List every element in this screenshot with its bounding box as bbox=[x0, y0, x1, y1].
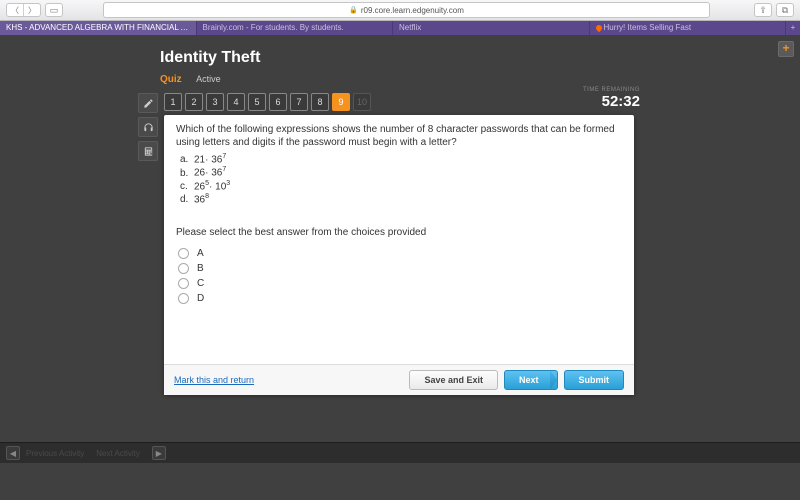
prev-activity-button[interactable]: ◀ bbox=[6, 446, 20, 460]
pencil-icon[interactable] bbox=[138, 93, 158, 113]
qnav-2[interactable]: 2 bbox=[185, 93, 203, 111]
new-tab-button[interactable]: + bbox=[786, 21, 800, 35]
expr-option-2: c.265· 103 bbox=[180, 180, 622, 192]
lock-icon: 🔒 bbox=[349, 6, 358, 14]
next-button[interactable]: Next bbox=[504, 370, 558, 390]
radio-icon[interactable] bbox=[178, 278, 189, 289]
expression-options: a.21· 367b.26· 367 c.265· 103d.368 bbox=[180, 153, 622, 205]
radio-icon[interactable] bbox=[178, 293, 189, 304]
choice-C[interactable]: C bbox=[178, 278, 622, 289]
url-bar[interactable]: 🔒 r09.core.learn.edgenuity.com bbox=[103, 2, 710, 18]
calculator-icon[interactable] bbox=[138, 141, 158, 161]
tab-2[interactable]: Netflix bbox=[393, 21, 590, 35]
question-text: Which of the following expressions shows… bbox=[176, 123, 622, 149]
question-nav: 12345678910 bbox=[164, 93, 371, 111]
headphones-icon[interactable] bbox=[138, 117, 158, 137]
nav-back-forward[interactable]: 〈 〉 bbox=[6, 3, 41, 17]
timer-value: 52:32 bbox=[583, 93, 640, 110]
add-widget-button[interactable]: + bbox=[778, 41, 794, 57]
radio-icon[interactable] bbox=[178, 248, 189, 259]
next-activity-button[interactable]: ▶ bbox=[152, 446, 166, 460]
qnav-5[interactable]: 5 bbox=[248, 93, 266, 111]
qnav-1[interactable]: 1 bbox=[164, 93, 182, 111]
expr-option-3: d.368 bbox=[180, 193, 622, 205]
tab-0[interactable]: KHS - ADVANCED ALGEBRA WITH FINANCIAL AP… bbox=[0, 21, 197, 35]
expr-option-1: b.26· 367 bbox=[180, 166, 622, 178]
choice-B[interactable]: B bbox=[178, 263, 622, 274]
radio-icon[interactable] bbox=[178, 263, 189, 274]
toolbox bbox=[138, 93, 158, 165]
qnav-9[interactable]: 9 bbox=[332, 93, 350, 111]
qnav-6[interactable]: 6 bbox=[269, 93, 287, 111]
prev-activity-label: Previous Activity bbox=[26, 449, 84, 458]
mark-return-link[interactable]: Mark this and return bbox=[174, 375, 254, 385]
tab-1[interactable]: Brainly.com - For students. By students. bbox=[197, 21, 394, 35]
quiz-card: Which of the following expressions shows… bbox=[164, 115, 634, 395]
qnav-4[interactable]: 4 bbox=[227, 93, 245, 111]
lesson-status: Active bbox=[196, 74, 221, 84]
choice-D[interactable]: D bbox=[178, 293, 622, 304]
tab-strip: KHS - ADVANCED ALGEBRA WITH FINANCIAL AP… bbox=[0, 21, 800, 35]
tab-3[interactable]: Hurry! Items Selling Fast bbox=[590, 21, 787, 35]
save-exit-button[interactable]: Save and Exit bbox=[409, 370, 498, 390]
quiz-footer: Mark this and return Save and Exit Next … bbox=[164, 364, 634, 395]
share-icon[interactable]: ⇪ bbox=[754, 3, 772, 17]
qnav-10: 10 bbox=[353, 93, 371, 111]
timer: TIME REMAINING 52:32 bbox=[583, 87, 640, 110]
expr-option-0: a.21· 367 bbox=[180, 153, 622, 165]
url-text: r09.core.learn.edgenuity.com bbox=[361, 6, 464, 15]
qnav-3[interactable]: 3 bbox=[206, 93, 224, 111]
back-icon[interactable]: 〈 bbox=[7, 4, 24, 16]
tabs-icon[interactable]: ⧉ bbox=[776, 3, 794, 17]
lesson-title: Identity Theft bbox=[160, 49, 640, 67]
qnav-8[interactable]: 8 bbox=[311, 93, 329, 111]
app-area: + Identity Theft Quiz Active 12345678910… bbox=[0, 35, 800, 463]
instruction-text: Please select the best answer from the c… bbox=[176, 227, 622, 238]
sidebar-toggle-icon[interactable]: ▭ bbox=[45, 3, 63, 17]
qnav-7[interactable]: 7 bbox=[290, 93, 308, 111]
next-activity-label: Next Activity bbox=[96, 449, 140, 458]
forward-icon[interactable]: 〉 bbox=[24, 4, 40, 16]
lesson-type: Quiz bbox=[160, 74, 182, 85]
choice-A[interactable]: A bbox=[178, 248, 622, 259]
submit-button[interactable]: Submit bbox=[564, 370, 625, 390]
browser-toolbar: 〈 〉 ▭ 🔒 r09.core.learn.edgenuity.com ⇪ ⧉ bbox=[0, 0, 800, 21]
answer-choices: ABCD bbox=[178, 248, 622, 304]
bottom-bar: ◀ Previous Activity Next Activity ▶ bbox=[0, 442, 800, 463]
